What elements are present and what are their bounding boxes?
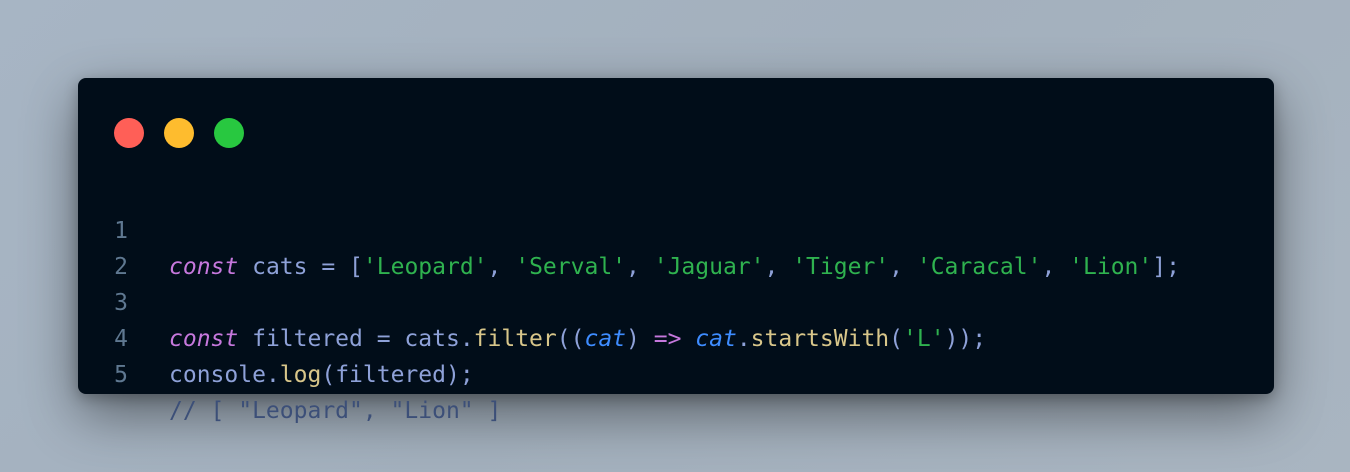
code-line-5: 5 // [ "Leopard", "Lion" ] (78, 321, 1274, 424)
code-window: 1 const cats = ['Leopard', 'Serval', 'Ja… (78, 78, 1274, 424)
identifier-token: console (169, 362, 266, 388)
punctuation-token: . (265, 362, 280, 388)
close-window-button[interactable] (114, 118, 144, 148)
function-token: log (279, 362, 322, 388)
code-line-3: 3 const filtered = cats.filter((cat) => … (78, 249, 1274, 352)
code-line-2: 2 (78, 213, 1274, 280)
code-editor: 1 const cats = ['Leopard', 'Serval', 'Ja… (78, 177, 1274, 424)
code-text: // [ "Leopard", "Lion" ] (169, 393, 501, 429)
code-line-4: 4 console.log(filtered); (78, 285, 1274, 388)
punctuation-token: (filtered); (321, 362, 474, 388)
code-text: console.log(filtered); (169, 357, 474, 393)
code-line-1: 1 const cats = ['Leopard', 'Serval', 'Ja… (78, 177, 1274, 280)
window-controls (114, 118, 264, 148)
line-number: 5 (114, 362, 128, 388)
comment-token: // [ "Leopard", "Lion" ] (169, 398, 502, 424)
minimize-window-button[interactable] (164, 118, 194, 148)
zoom-window-button[interactable] (214, 118, 244, 148)
